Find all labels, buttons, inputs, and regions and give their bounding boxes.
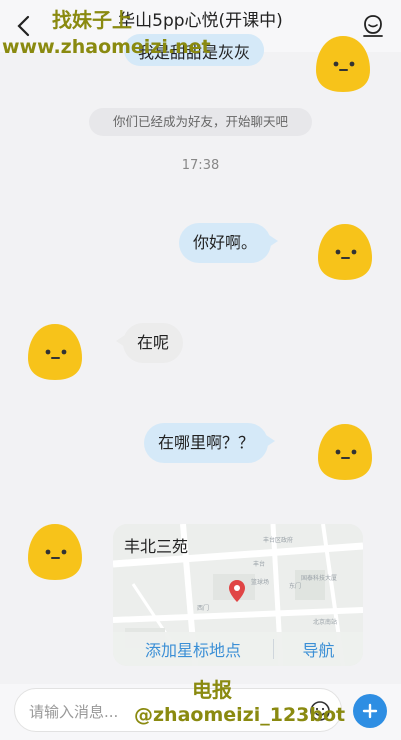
map-label: 丰台区政府 <box>263 536 293 544</box>
plus-icon <box>362 703 378 719</box>
map-label: 篮球场 <box>251 578 269 586</box>
watermark-text: 找妹子上 <box>52 8 132 32</box>
add-star-location-button[interactable]: 添加星标地点 <box>113 637 273 661</box>
message-input-placeholder: 请输入消息... <box>29 703 119 721</box>
message-bubble-theirs[interactable]: 在呢 <box>115 323 184 363</box>
watermark-text: 电报 <box>192 678 232 702</box>
watermark-url: www.zhaomeizi.net <box>2 36 211 58</box>
map-label: 西门 <box>197 604 209 612</box>
message-bubble-mine[interactable]: 在哪里啊？？ <box>144 423 276 463</box>
message-text: 在哪里啊？？ <box>158 433 255 452</box>
system-message: 你们已经成为好友，开始聊天吧 <box>89 108 312 136</box>
location-actions: 添加星标地点 导航 <box>113 632 363 666</box>
map-label: 北京南站 <box>313 618 337 626</box>
avatar[interactable] <box>24 520 86 582</box>
avatar[interactable] <box>24 320 86 382</box>
message-bubble-mine[interactable]: 你好啊。 <box>179 223 279 263</box>
location-card[interactable]: 丰台区政府丰台西门 东门 国泰科技大厦篮球场北京南站 丰北三苑 添加星标地点 导航 <box>113 524 363 666</box>
message-text: 你好啊。 <box>193 233 258 252</box>
map-label: 丰台 <box>253 560 265 568</box>
location-name: 丰北三苑 <box>124 537 189 556</box>
avatar[interactable] <box>314 420 376 482</box>
message-text: 在呢 <box>137 333 170 352</box>
avatar[interactable] <box>314 220 376 282</box>
message-timestamp: 17:38 <box>181 158 220 173</box>
navigate-button[interactable]: 导航 <box>274 637 363 661</box>
avatar[interactable] <box>312 32 374 94</box>
watermark-handle: @zhaomeizi_123bot <box>134 704 346 726</box>
plus-button[interactable] <box>353 694 387 728</box>
map-label: 东门 <box>289 582 301 590</box>
map-label: 国泰科技大厦 <box>301 574 337 582</box>
